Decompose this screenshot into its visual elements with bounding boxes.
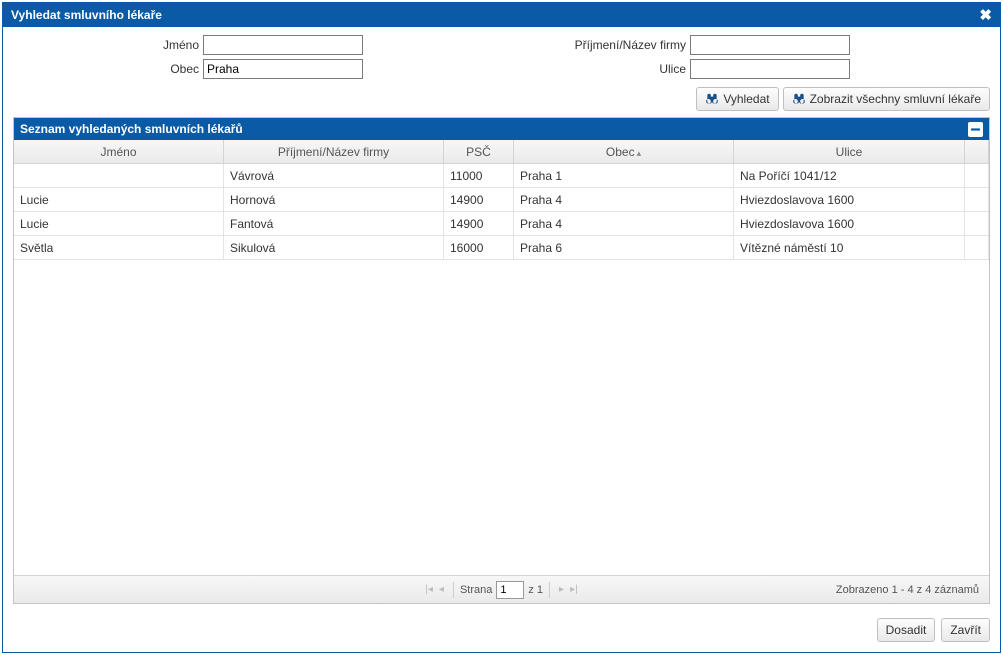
show-all-button[interactable]: Zobrazit všechny smluvní lékaře <box>783 87 990 111</box>
cell-spacer <box>965 188 989 212</box>
pager-prev-icon[interactable]: ◂ <box>436 584 447 595</box>
pager-first-icon[interactable]: |◂ <box>422 584 436 595</box>
cell-obec: Praha 6 <box>514 236 734 260</box>
results-table: Jméno Příjmení/Název firmy PSČ Obec▴ Uli… <box>14 140 989 164</box>
table-row[interactable]: Vávrová11000Praha 1Na Poříčí 1041/12 <box>14 164 989 188</box>
cell-psc: 11000 <box>444 164 514 188</box>
dialog-titlebar: Vyhledat smluvního lékaře ✖ <box>3 3 1000 27</box>
pager: |◂ ◂ Strana z 1 ▸ ▸| Zobrazeno 1 - 4 z 4… <box>14 575 989 603</box>
cell-prijmeni: Fantová <box>224 212 444 236</box>
footer-buttons: Dosadit Zavřít <box>13 604 990 642</box>
search-button-label: Vyhledat <box>723 92 769 106</box>
table-header-row: Jméno Příjmení/Název firmy PSČ Obec▴ Uli… <box>14 140 989 164</box>
search-button-row: Vyhledat Zobrazit všechny smluvní lékaře <box>13 87 990 111</box>
cell-ulice: Hviezdoslavova 1600 <box>734 188 965 212</box>
cell-obec: Praha 4 <box>514 188 734 212</box>
jmeno-input[interactable] <box>203 35 363 55</box>
grid-wrap: Jméno Příjmení/Název firmy PSČ Obec▴ Uli… <box>14 140 989 603</box>
ulice-label: Ulice <box>659 62 690 76</box>
cell-ulice: Hviezdoslavova 1600 <box>734 212 965 236</box>
col-spacer <box>965 140 989 164</box>
results-panel-header: Seznam vyhledaných smluvních lékařů <box>14 118 989 140</box>
dialog-title: Vyhledat smluvního lékaře <box>11 8 162 22</box>
collapse-icon[interactable] <box>968 122 983 137</box>
pager-last-icon[interactable]: ▸| <box>567 584 581 595</box>
col-psc[interactable]: PSČ <box>444 140 514 164</box>
cell-prijmeni: Hornová <box>224 188 444 212</box>
cell-jmeno: Lucie <box>14 212 224 236</box>
cell-prijmeni: Vávrová <box>224 164 444 188</box>
obec-input[interactable] <box>203 59 363 79</box>
cell-psc: 14900 <box>444 212 514 236</box>
col-jmeno[interactable]: Jméno <box>14 140 224 164</box>
table-row[interactable]: SvětlaSikulová16000Praha 6Vítězné náměst… <box>14 236 989 260</box>
col-ulice[interactable]: Ulice <box>734 140 965 164</box>
results-panel: Seznam vyhledaných smluvních lékařů <box>13 117 990 604</box>
cell-obec: Praha 1 <box>514 164 734 188</box>
sort-indicator-icon: ▴ <box>637 148 642 158</box>
show-all-button-label: Zobrazit všechny smluvní lékaře <box>810 92 981 106</box>
col-prijmeni[interactable]: Příjmení/Název firmy <box>224 140 444 164</box>
dialog-search-doctor: Vyhledat smluvního lékaře ✖ Jméno Příjme… <box>2 2 1001 653</box>
pager-separator <box>453 582 454 598</box>
search-button[interactable]: Vyhledat <box>696 87 778 111</box>
jmeno-label: Jméno <box>123 38 203 52</box>
binoculars-icon <box>792 92 806 106</box>
cell-ulice: Vítězné náměstí 10 <box>734 236 965 260</box>
cell-ulice: Na Poříčí 1041/12 <box>734 164 965 188</box>
close-icon[interactable]: ✖ <box>979 8 992 23</box>
cell-jmeno: Světla <box>14 236 224 260</box>
cell-jmeno: Lucie <box>14 188 224 212</box>
pager-page-prefix: Strana <box>460 584 492 596</box>
cell-psc: 16000 <box>444 236 514 260</box>
pager-separator <box>549 582 550 598</box>
cell-spacer <box>965 236 989 260</box>
cell-jmeno <box>14 164 224 188</box>
cell-prijmeni: Sikulová <box>224 236 444 260</box>
insert-button[interactable]: Dosadit <box>877 618 936 642</box>
table-row[interactable]: LucieFantová14900Praha 4Hviezdoslavova 1… <box>14 212 989 236</box>
dialog-content: Jméno Příjmení/Název firmy Obec Ulice <box>3 27 1000 652</box>
cell-psc: 14900 <box>444 188 514 212</box>
prijmeni-label: Příjmení/Název firmy <box>575 38 690 52</box>
ulice-input[interactable] <box>690 59 850 79</box>
cell-spacer <box>965 164 989 188</box>
obec-label: Obec <box>123 62 203 76</box>
pager-page-input[interactable] <box>496 581 524 599</box>
cell-obec: Praha 4 <box>514 212 734 236</box>
search-form: Jméno Příjmení/Název firmy Obec Ulice <box>13 35 990 79</box>
grid-body[interactable]: Vávrová11000Praha 1Na Poříčí 1041/12Luci… <box>14 164 989 575</box>
table-row[interactable]: LucieHornová14900Praha 4Hviezdoslavova 1… <box>14 188 989 212</box>
prijmeni-input[interactable] <box>690 35 850 55</box>
results-panel-title: Seznam vyhledaných smluvních lékařů <box>20 122 243 136</box>
binoculars-icon <box>705 92 719 106</box>
col-obec[interactable]: Obec▴ <box>514 140 734 164</box>
pager-next-icon[interactable]: ▸ <box>556 584 567 595</box>
pager-status: Zobrazeno 1 - 4 z 4 záznamů <box>836 584 979 596</box>
cell-spacer <box>965 212 989 236</box>
close-button[interactable]: Zavřít <box>941 618 990 642</box>
pager-page-suffix: z 1 <box>528 584 543 596</box>
